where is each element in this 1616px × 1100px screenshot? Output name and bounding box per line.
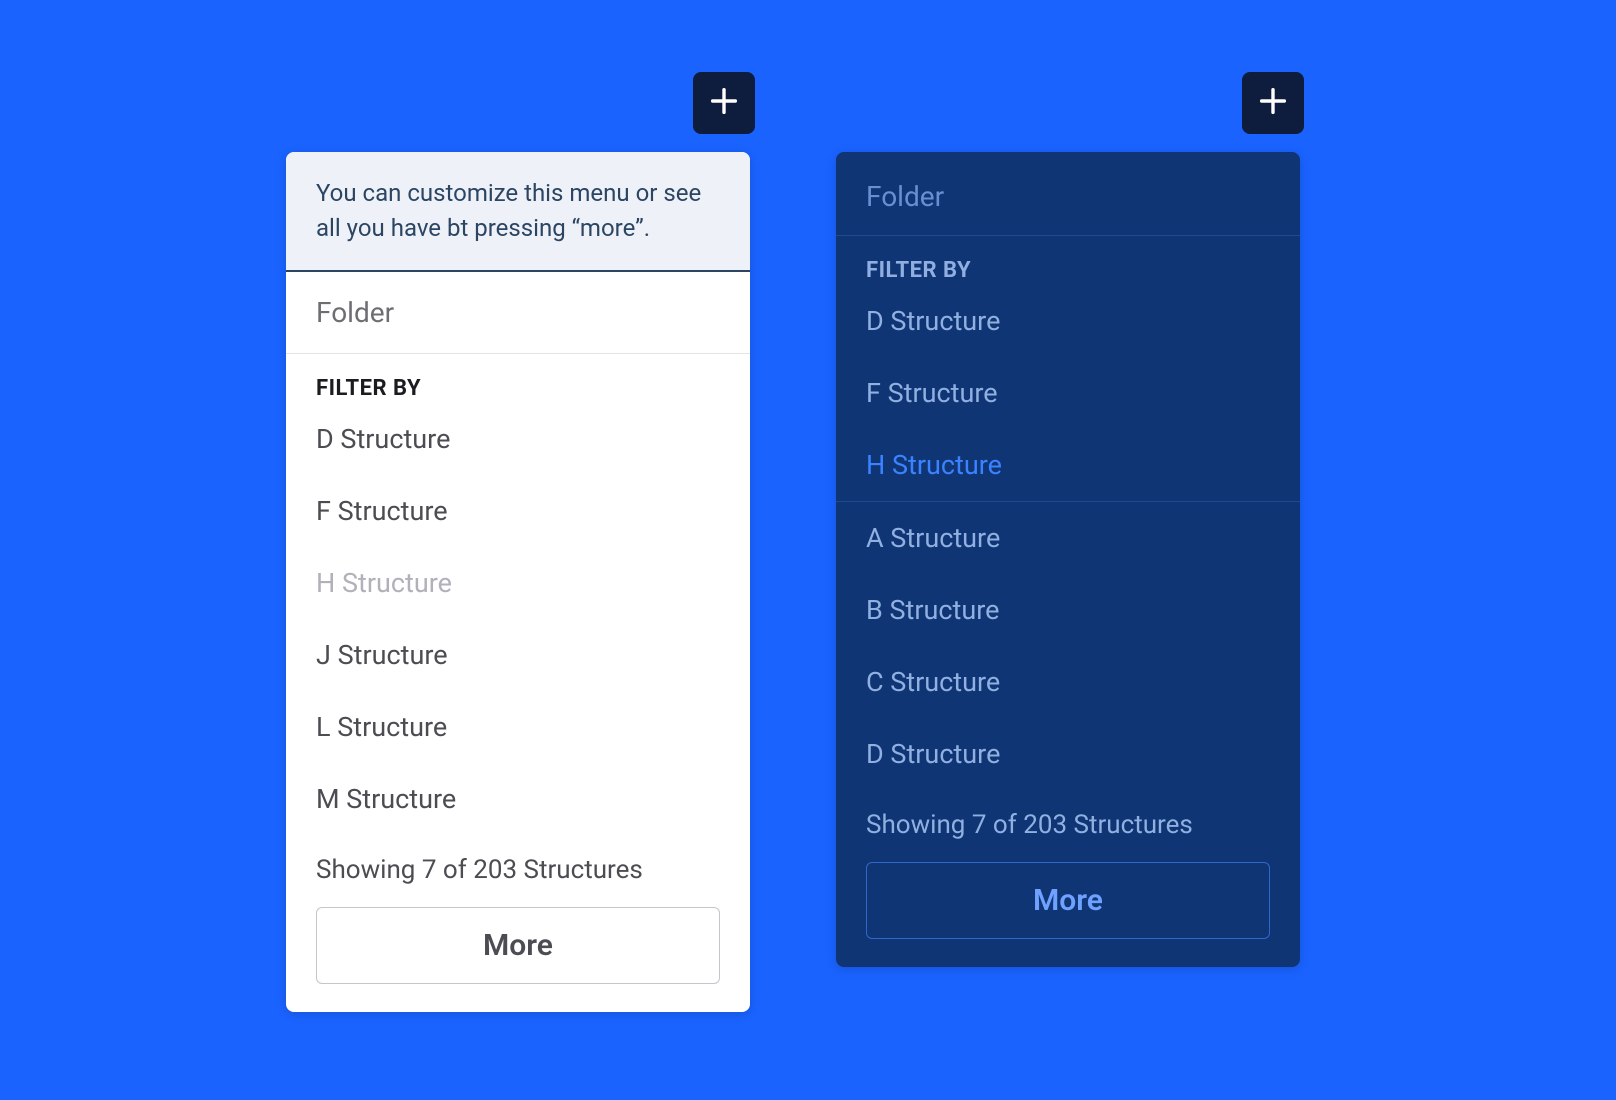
info-banner: You can customize this menu or see all y… xyxy=(286,152,750,272)
showing-count: Showing 7 of 203 Structures xyxy=(836,790,1300,850)
menu-panel-light: You can customize this menu or see all y… xyxy=(286,152,750,1012)
menu-panel-dark: Folder FILTER BY D Structure F Structure… xyxy=(836,152,1300,967)
folder-row[interactable]: Folder xyxy=(286,272,750,354)
filter-item[interactable]: F Structure xyxy=(286,475,750,547)
filter-item[interactable]: M Structure xyxy=(286,763,750,835)
filter-item[interactable]: C Structure xyxy=(836,646,1300,718)
add-button-dark[interactable] xyxy=(1242,72,1304,134)
filter-item[interactable]: L Structure xyxy=(286,691,750,763)
filter-item[interactable]: A Structure xyxy=(836,502,1300,574)
more-button[interactable]: More xyxy=(866,862,1270,939)
plus-icon xyxy=(1256,84,1290,122)
more-button[interactable]: More xyxy=(316,907,720,984)
filter-item-selected[interactable]: H Structure xyxy=(836,429,1300,502)
filter-item-disabled: H Structure xyxy=(286,547,750,619)
showing-count: Showing 7 of 203 Structures xyxy=(286,835,750,895)
filter-by-heading: FILTER BY xyxy=(836,236,1300,285)
filter-item[interactable]: D Structure xyxy=(836,285,1300,357)
plus-icon xyxy=(707,84,741,122)
filter-item[interactable]: D Structure xyxy=(286,403,750,475)
folder-row[interactable]: Folder xyxy=(836,152,1300,236)
filter-item[interactable]: D Structure xyxy=(836,718,1300,790)
filter-by-heading: FILTER BY xyxy=(286,354,750,403)
filter-item[interactable]: B Structure xyxy=(836,574,1300,646)
filter-item[interactable]: F Structure xyxy=(836,357,1300,429)
filter-item[interactable]: J Structure xyxy=(286,619,750,691)
add-button-light[interactable] xyxy=(693,72,755,134)
